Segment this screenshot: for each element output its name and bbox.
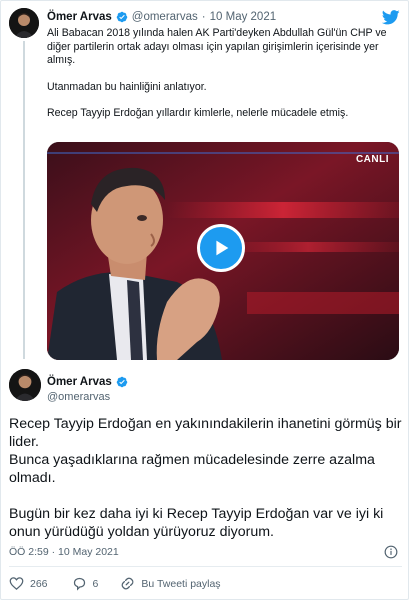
twitter-bird-icon[interactable] [382,10,400,25]
divider [9,566,402,567]
tweet-actions: 266 6 Bu Tweeti paylaş [9,576,221,591]
share-button[interactable]: Bu Tweeti paylaş [120,576,221,591]
tweet-paragraph: Utanmadan bu hainliğini anlatıyor. [47,80,207,93]
avatar[interactable] [9,369,41,401]
author-handle[interactable]: @omerarvas [47,391,110,403]
share-icon [121,577,134,590]
verified-badge-icon [116,11,128,23]
play-icon [216,240,229,256]
tweet-paragraph: Ali Babacan 2018 yılında halen AK Parti'… [47,27,387,66]
live-badge: CANLI [355,154,389,165]
author-name[interactable]: Ömer Arvas [47,11,112,23]
thread-connector-line [23,41,25,359]
reply-bubble-icon [73,577,85,591]
reply-count: 6 [92,577,99,590]
tweet-line: Bunca yaşadıklarına rağmen mücadelesinde… [9,452,375,486]
parent-tweet-header: Ömer Arvas @omerarvas · 10 May 2021 [47,9,276,25]
reply-button[interactable]: 6 [72,576,99,591]
video-player[interactable]: CANLI [47,142,399,360]
author-name[interactable]: Ömer Arvas [47,376,112,388]
verified-badge-icon [116,376,128,388]
parent-tweet-text: Ali Babacan 2018 yılında halen AK Parti'… [47,27,399,121]
avatar[interactable] [9,8,39,38]
separator-dot: · [201,11,206,23]
author-name-row: Ömer Arvas [47,376,128,388]
parent-tweet[interactable]: Ömer Arvas @omerarvas · 10 May 2021 Ali … [1,1,409,363]
tweet-line: Bugün bir kez daha iyi ki Recep Tayyip E… [9,506,384,540]
tweet-line: Recep Tayyip Erdoğan en yakınındakilerin… [9,416,402,450]
main-tweet[interactable]: Ömer Arvas @omerarvas Recep Tayyip Erdoğ… [1,363,409,600]
like-button[interactable]: 266 [9,576,48,591]
play-button[interactable] [197,224,245,272]
share-label: Bu Tweeti paylaş [141,577,221,590]
tweet-embed-card: Ömer Arvas @omerarvas · 10 May 2021 Ali … [0,0,409,600]
tweet-date[interactable]: 10 May 2021 [210,11,277,23]
like-count: 266 [30,577,48,590]
tweet-timestamp[interactable]: ÖÖ 2:59 · 10 May 2021 [9,546,119,558]
info-icon[interactable] [384,545,398,559]
main-tweet-text: Recep Tayyip Erdoğan en yakınındakilerin… [9,415,404,541]
author-handle[interactable]: @omerarvas [132,11,198,23]
heart-icon [9,577,24,590]
tweet-paragraph: Recep Tayyip Erdoğan yıllardır kimlerle,… [47,107,349,119]
